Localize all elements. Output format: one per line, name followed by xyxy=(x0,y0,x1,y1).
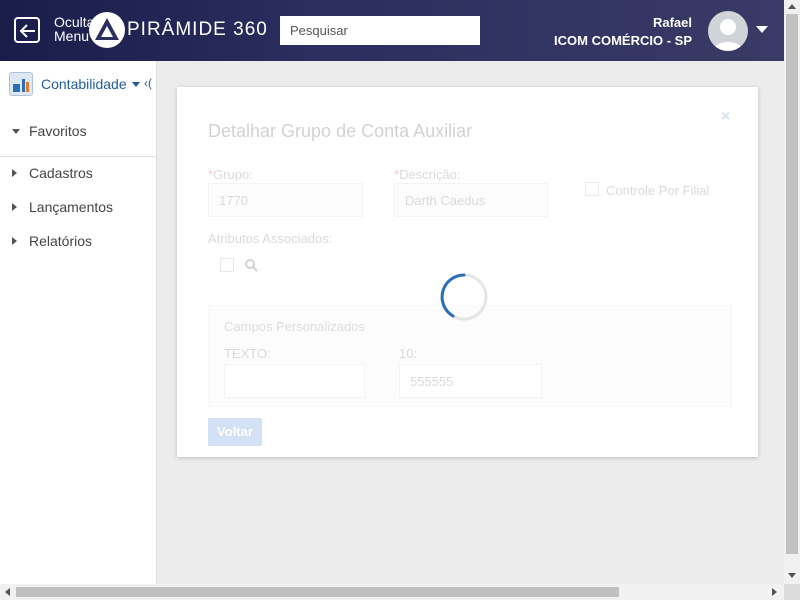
caret-right-icon xyxy=(12,169,17,177)
texto-label: TEXTO: xyxy=(224,346,271,361)
grupo-label: *Grupo: xyxy=(208,167,253,182)
search-icon[interactable] xyxy=(244,258,258,275)
num-label: 10: xyxy=(399,346,418,361)
back-button[interactable]: Voltar xyxy=(208,418,262,446)
sidebar: Contabilidade ‹( Favoritos Cadastros Lan… xyxy=(0,61,157,584)
scrollbar-corner xyxy=(784,584,800,600)
sidebar-item-relatorios[interactable]: Relatórios xyxy=(0,227,157,257)
scroll-left-icon[interactable] xyxy=(5,588,10,596)
scrollbar-thumb[interactable] xyxy=(786,14,798,554)
scroll-right-icon[interactable] xyxy=(772,588,777,596)
chevron-down-icon[interactable] xyxy=(756,26,768,33)
horizontal-scrollbar[interactable] xyxy=(0,584,800,600)
accounting-icon xyxy=(9,72,33,96)
texto-field[interactable] xyxy=(224,364,365,398)
app-logo-text: PIRÂMIDE 360 xyxy=(127,19,268,40)
sidebar-item-label: Favoritos xyxy=(29,123,87,139)
descricao-label-text: Descrição: xyxy=(399,167,461,182)
module-label[interactable]: Contabilidade xyxy=(41,76,127,92)
top-header: Ocultar Menu PIRÂMIDE 360 Rafael ICOM CO… xyxy=(0,0,784,61)
module-extra: ‹( xyxy=(144,76,152,90)
close-icon[interactable]: × xyxy=(721,108,730,126)
grupo-label-text: Grupo: xyxy=(213,167,253,182)
controle-filial-label: Controle Por Filial xyxy=(606,183,710,198)
sidebar-item-favoritos[interactable]: Favoritos xyxy=(0,117,157,147)
sidebar-item-label: Lançamentos xyxy=(29,199,114,215)
sidebar-item-lancamentos[interactable]: Lançamentos xyxy=(0,193,157,223)
vertical-scrollbar[interactable] xyxy=(784,0,800,584)
controle-filial-checkbox[interactable] xyxy=(585,182,599,196)
panel-title: Campos Personalizados xyxy=(224,319,365,334)
avatar-icon[interactable] xyxy=(708,11,748,51)
scroll-down-icon[interactable] xyxy=(788,573,796,578)
caret-down-icon xyxy=(12,129,20,134)
sidebar-item-label: Cadastros xyxy=(29,165,93,181)
modal-title: Detalhar Grupo de Conta Auxiliar xyxy=(208,121,473,141)
sidebar-item-cadastros[interactable]: Cadastros xyxy=(0,159,157,189)
descricao-label: *Descrição: xyxy=(394,167,460,182)
caret-right-icon xyxy=(12,237,17,245)
atributos-label: Atributos Associados: xyxy=(208,231,333,246)
module-selector[interactable]: Contabilidade ‹( xyxy=(0,61,157,107)
hide-menu-icon[interactable] xyxy=(14,17,40,43)
sidebar-item-label: Relatórios xyxy=(29,233,93,249)
scroll-up-icon[interactable] xyxy=(788,4,796,9)
scrollbar-thumb[interactable] xyxy=(16,587,619,597)
user-company[interactable]: ICOM COMÉRCIO - SP xyxy=(554,33,692,48)
descricao-field[interactable]: Darth Caedus xyxy=(394,183,548,217)
loading-spinner-icon xyxy=(439,272,489,322)
user-name[interactable]: Rafael xyxy=(653,15,692,30)
atributos-checkbox[interactable] xyxy=(220,258,234,272)
num-field[interactable]: 555555 xyxy=(399,364,542,398)
divider xyxy=(0,156,157,157)
search-input[interactable] xyxy=(280,16,480,45)
grupo-field[interactable]: 1770 xyxy=(208,183,363,217)
logo-icon xyxy=(89,12,125,48)
chevron-down-icon[interactable] xyxy=(132,82,140,87)
caret-right-icon xyxy=(12,203,17,211)
